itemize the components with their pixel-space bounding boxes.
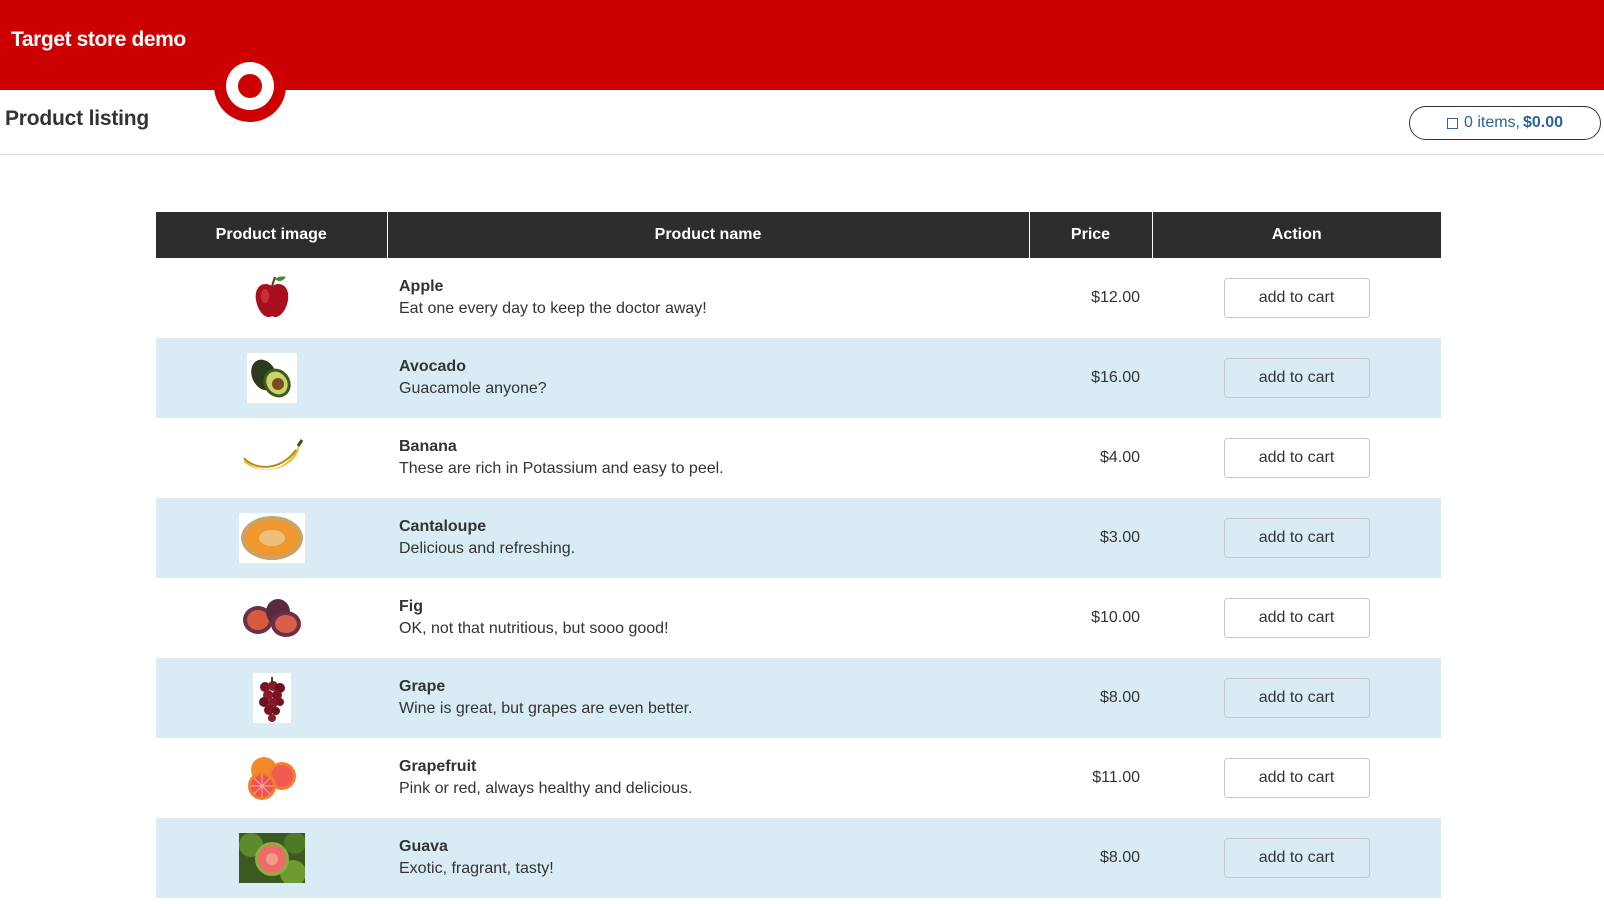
brand-title[interactable]: Target store demo [11,28,186,52]
cart-items-count: 0 items, [1463,114,1520,131]
column-header-price: Price [1029,212,1153,258]
product-price: $10.00 [1091,609,1140,626]
product-price: $8.00 [1099,689,1140,706]
product-description: Eat one every day to keep the doctor awa… [399,300,707,317]
guava-icon [238,833,305,883]
fig-icon [242,599,301,637]
product-price: $4.00 [1099,449,1140,466]
table-header-row: Product image Product name Price Action [156,212,1441,258]
page-title: Product listing [5,107,150,130]
grape-icon [252,673,291,723]
apple-icon [255,276,288,318]
product-price: $12.00 [1091,289,1140,306]
product-name: Apple [399,278,444,295]
add-to-cart-button[interactable]: add to cart [1223,358,1370,398]
grapefruit-icon [247,757,296,800]
product-description: Pink or red, always healthy and deliciou… [399,780,693,797]
add-to-cart-button[interactable]: add to cart [1223,518,1370,558]
product-description: Guacamole anyone? [399,380,547,397]
cart-icon [1446,117,1458,129]
table-row: Grape Wine is great, but grapes are even… [156,658,1441,738]
product-price: $8.00 [1099,849,1140,866]
add-to-cart-button[interactable]: add to cart [1223,438,1370,478]
product-table: Product image Product name Price Action … [156,212,1441,898]
cart-summary-button[interactable]: 0 items, $0.00 [1409,106,1601,140]
target-logo-icon [213,62,287,130]
product-name: Avocado [399,358,466,375]
product-price: $16.00 [1091,369,1140,386]
column-header-name: Product name [387,212,1030,258]
table-row: Banana These are rich in Potassium and e… [156,418,1441,498]
table-row: Cantaloupe Delicious and refreshing. $3.… [156,498,1441,578]
product-description: These are rich in Potassium and easy to … [399,460,724,477]
product-description: Wine is great, but grapes are even bette… [399,700,693,717]
product-price: $3.00 [1099,529,1140,546]
cart-total: $0.00 [1522,114,1564,131]
product-name: Banana [399,438,457,455]
add-to-cart-button[interactable]: add to cart [1223,598,1370,638]
table-row: Avocado Guacamole anyone? $16.00 add to … [156,338,1441,418]
banana-icon [242,439,303,470]
table-row: Fig OK, not that nutritious, but sooo go… [156,578,1441,658]
product-price: $11.00 [1092,769,1140,786]
product-description: Delicious and refreshing. [399,540,576,557]
product-name: Cantaloupe [399,518,487,535]
product-name: Grape [399,678,446,695]
add-to-cart-button[interactable]: add to cart [1223,678,1370,718]
table-row: Grapefruit Pink or red, always healthy a… [156,738,1441,818]
column-header-image: Product image [156,212,388,258]
product-description: Exotic, fragrant, tasty! [399,860,554,877]
product-name: Grapefruit [399,758,477,775]
table-row: Apple Eat one every day to keep the doct… [156,258,1441,338]
add-to-cart-button[interactable]: add to cart [1223,838,1370,878]
cantaloupe-icon [238,513,305,563]
product-name: Guava [399,838,448,855]
product-description: OK, not that nutritious, but sooo good! [399,620,669,637]
add-to-cart-button[interactable]: add to cart [1223,758,1370,798]
column-header-action: Action [1152,212,1441,258]
product-name: Fig [399,598,423,615]
table-row: Guava Exotic, fragrant, tasty! $8.00 add… [156,818,1441,898]
avocado-icon [246,353,297,403]
add-to-cart-button[interactable]: add to cart [1223,278,1370,318]
